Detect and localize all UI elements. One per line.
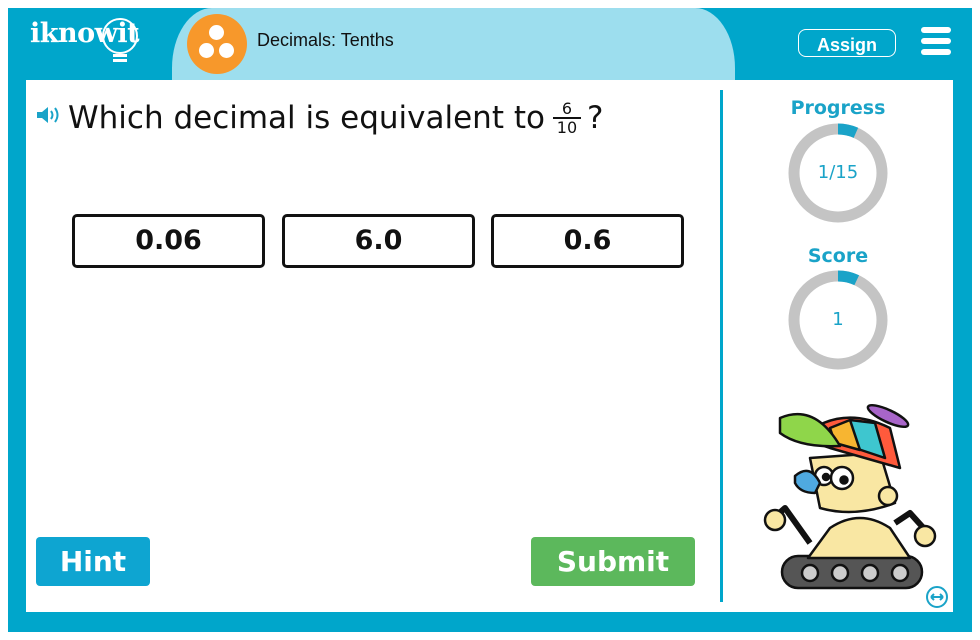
swap-arrows-icon[interactable] (925, 585, 949, 609)
lightbulb-icon (102, 18, 138, 62)
hint-button[interactable]: Hint (36, 537, 150, 586)
answer-choice[interactable]: 0.06 (72, 214, 265, 268)
assign-button[interactable]: Assign (798, 29, 896, 57)
question-text: Which decimal is equivalent to (68, 100, 545, 136)
submit-button[interactable]: Submit (531, 537, 695, 586)
progress-label: Progress (790, 97, 886, 119)
speaker-icon[interactable] (36, 105, 62, 125)
question-suffix: ? (586, 100, 604, 136)
hamburger-menu-icon[interactable] (921, 27, 951, 55)
topic-title: Decimals: Tenths (257, 30, 394, 50)
three-dots-icon (187, 14, 247, 74)
score-value: 1 (832, 309, 844, 330)
answer-choice[interactable]: 0.6 (491, 214, 684, 268)
question: Which decimal is equivalent to 6 10 ? (36, 100, 603, 136)
fraction: 6 10 (552, 99, 581, 137)
answer-choice[interactable]: 6.0 (282, 214, 475, 268)
progress-value: 1/15 (817, 162, 859, 183)
denominator: 10 (556, 117, 578, 137)
robot-mascot (763, 403, 937, 590)
numerator: 6 (561, 99, 573, 119)
score-label: Score (807, 245, 869, 267)
divider (720, 90, 723, 602)
